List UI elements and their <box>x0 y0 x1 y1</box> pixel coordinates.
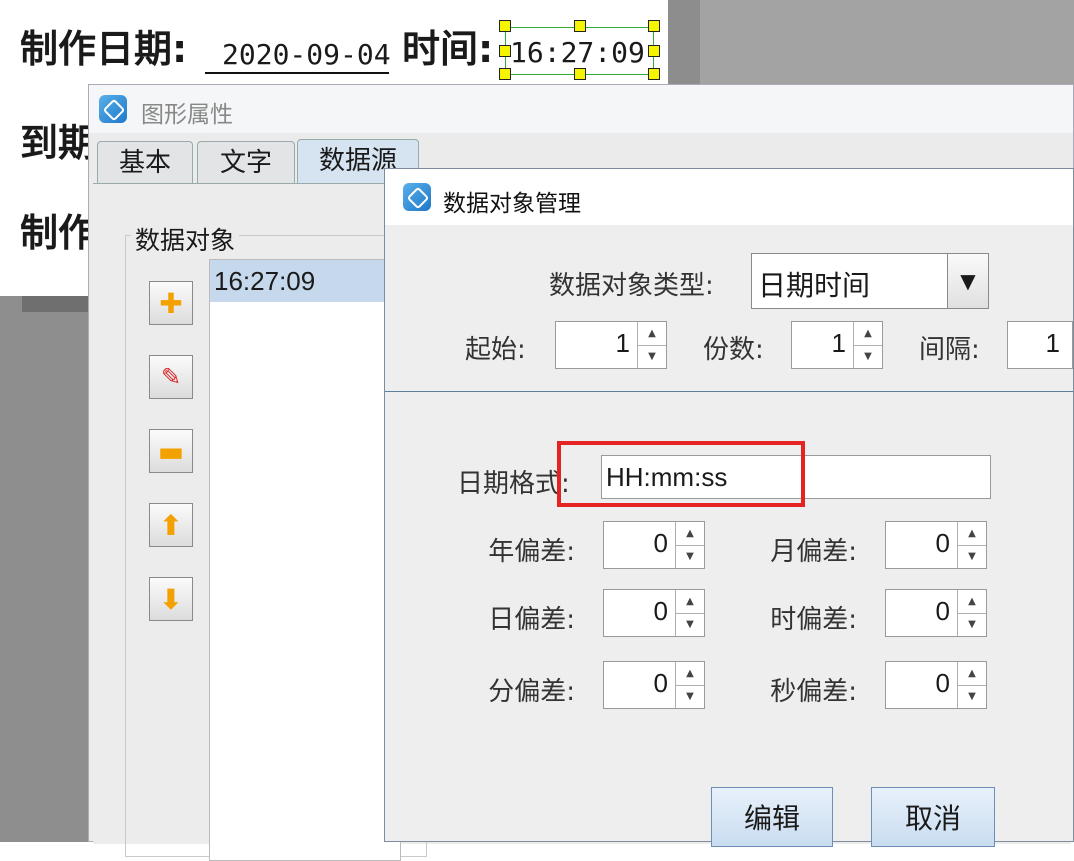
selection-handle[interactable] <box>648 68 660 80</box>
interval-value: 1 <box>1045 328 1060 358</box>
second-offset-value: 0 <box>935 668 950 698</box>
spinner-down-icon[interactable]: ▼ <box>958 685 986 708</box>
hour-offset-label: 时偏差: <box>770 605 857 635</box>
selection-handle[interactable] <box>499 20 511 32</box>
interval-label: 间隔: <box>919 335 980 365</box>
month-offset-stepper[interactable]: 0 ▲ ▼ <box>885 521 987 569</box>
move-up-icon[interactable]: ⬆ <box>149 503 193 547</box>
spinner-up-icon[interactable]: ▲ <box>638 322 666 346</box>
app-logo-icon <box>99 95 127 123</box>
date-format-label: 日期格式: <box>457 469 570 499</box>
spinner-up-icon[interactable]: ▲ <box>854 322 882 346</box>
selection-handle[interactable] <box>499 68 511 80</box>
interval-stepper[interactable]: 1 <box>1007 321 1073 369</box>
minute-offset-label: 分偏差: <box>488 677 575 707</box>
spinner-down-icon[interactable]: ▼ <box>676 685 704 708</box>
window-titlebar[interactable]: 图形属性 <box>89 85 1073 133</box>
start-stepper[interactable]: 1 ▲ ▼ <box>555 321 667 369</box>
time-value[interactable]: 16:27:09 <box>510 36 645 69</box>
divider <box>385 391 1073 392</box>
selection-handle[interactable] <box>499 45 511 57</box>
chevron-down-icon[interactable]: ▼ <box>947 254 988 308</box>
add-icon[interactable]: ✚ <box>149 281 193 325</box>
edit-button[interactable]: 编辑 <box>711 787 833 847</box>
year-offset-label: 年偏差: <box>488 537 575 567</box>
month-offset-label: 月偏差: <box>770 537 857 567</box>
selection-handle[interactable] <box>648 45 660 57</box>
minute-offset-stepper[interactable]: 0 ▲ ▼ <box>603 661 705 709</box>
data-object-list[interactable]: 16:27:09 <box>209 259 401 861</box>
spinner-up-icon[interactable]: ▲ <box>958 662 986 686</box>
start-value: 1 <box>615 328 630 358</box>
selection-handle[interactable] <box>574 68 586 80</box>
time-label: 时间: <box>402 27 494 71</box>
type-select[interactable]: 日期时间 ▼ <box>751 253 989 309</box>
minute-offset-value: 0 <box>653 668 668 698</box>
spinner-down-icon[interactable]: ▼ <box>958 613 986 636</box>
start-label: 起始: <box>465 335 526 365</box>
spinner-up-icon[interactable]: ▲ <box>676 662 704 686</box>
spinner-up-icon[interactable]: ▲ <box>958 590 986 614</box>
make-date-label: 制作日期: <box>20 27 188 71</box>
canvas-background-lower <box>0 296 100 842</box>
spinner-up-icon[interactable]: ▲ <box>676 590 704 614</box>
hour-offset-stepper[interactable]: 0 ▲ ▼ <box>885 589 987 637</box>
copies-label: 份数: <box>703 335 764 365</box>
canvas-background-inner <box>700 0 1074 92</box>
spinner-down-icon[interactable]: ▼ <box>676 545 704 568</box>
make-label-2: 制作 <box>20 211 97 255</box>
spinner-down-icon[interactable]: ▼ <box>676 613 704 636</box>
spinner-down-icon[interactable]: ▼ <box>854 345 882 368</box>
highlight-box <box>557 441 805 507</box>
group-label: 数据对象 <box>131 221 240 257</box>
cancel-button[interactable]: 取消 <box>871 787 995 847</box>
dialog-title: 数据对象管理 <box>443 191 581 217</box>
tab-text[interactable]: 文字 <box>197 141 295 183</box>
day-offset-stepper[interactable]: 0 ▲ ▼ <box>603 589 705 637</box>
year-offset-stepper[interactable]: 0 ▲ ▼ <box>603 521 705 569</box>
spinner-up-icon[interactable]: ▲ <box>958 522 986 546</box>
day-offset-label: 日偏差: <box>488 605 575 635</box>
copies-stepper[interactable]: 1 ▲ ▼ <box>791 321 883 369</box>
spinner-up-icon[interactable]: ▲ <box>676 522 704 546</box>
hour-offset-value: 0 <box>935 596 950 626</box>
expire-date-label: 到期 <box>20 121 97 165</box>
data-object-dialog: 数据对象管理 数据对象类型: 日期时间 ▼ 起始: 1 ▲ ▼ 份数: 1 ▲ ▼ … <box>384 168 1074 847</box>
second-offset-label: 秒偏差: <box>770 677 857 707</box>
date-underline <box>205 72 389 74</box>
window-title: 图形属性 <box>141 102 233 128</box>
move-down-icon[interactable]: ⬇ <box>149 577 193 621</box>
spinner-down-icon[interactable]: ▼ <box>638 345 666 368</box>
dialog-titlebar[interactable]: 数据对象管理 <box>385 169 1073 225</box>
month-offset-value: 0 <box>935 528 950 558</box>
app-logo-icon <box>403 183 431 211</box>
year-offset-value: 0 <box>653 528 668 558</box>
type-select-value: 日期时间 <box>758 269 871 302</box>
selection-handle[interactable] <box>574 20 586 32</box>
make-date-value[interactable]: 2020-09-04 <box>222 38 391 71</box>
edit-icon[interactable]: ✎ <box>149 355 193 399</box>
type-label: 数据对象类型: <box>549 271 714 301</box>
second-offset-stepper[interactable]: 0 ▲ ▼ <box>885 661 987 709</box>
day-offset-value: 0 <box>653 596 668 626</box>
remove-icon[interactable]: ▬ <box>149 429 193 473</box>
selection-handle[interactable] <box>648 20 660 32</box>
list-item[interactable]: 16:27:09 <box>210 260 400 302</box>
tab-basic[interactable]: 基本 <box>97 141 193 183</box>
spinner-down-icon[interactable]: ▼ <box>958 545 986 568</box>
copies-value: 1 <box>831 328 846 358</box>
